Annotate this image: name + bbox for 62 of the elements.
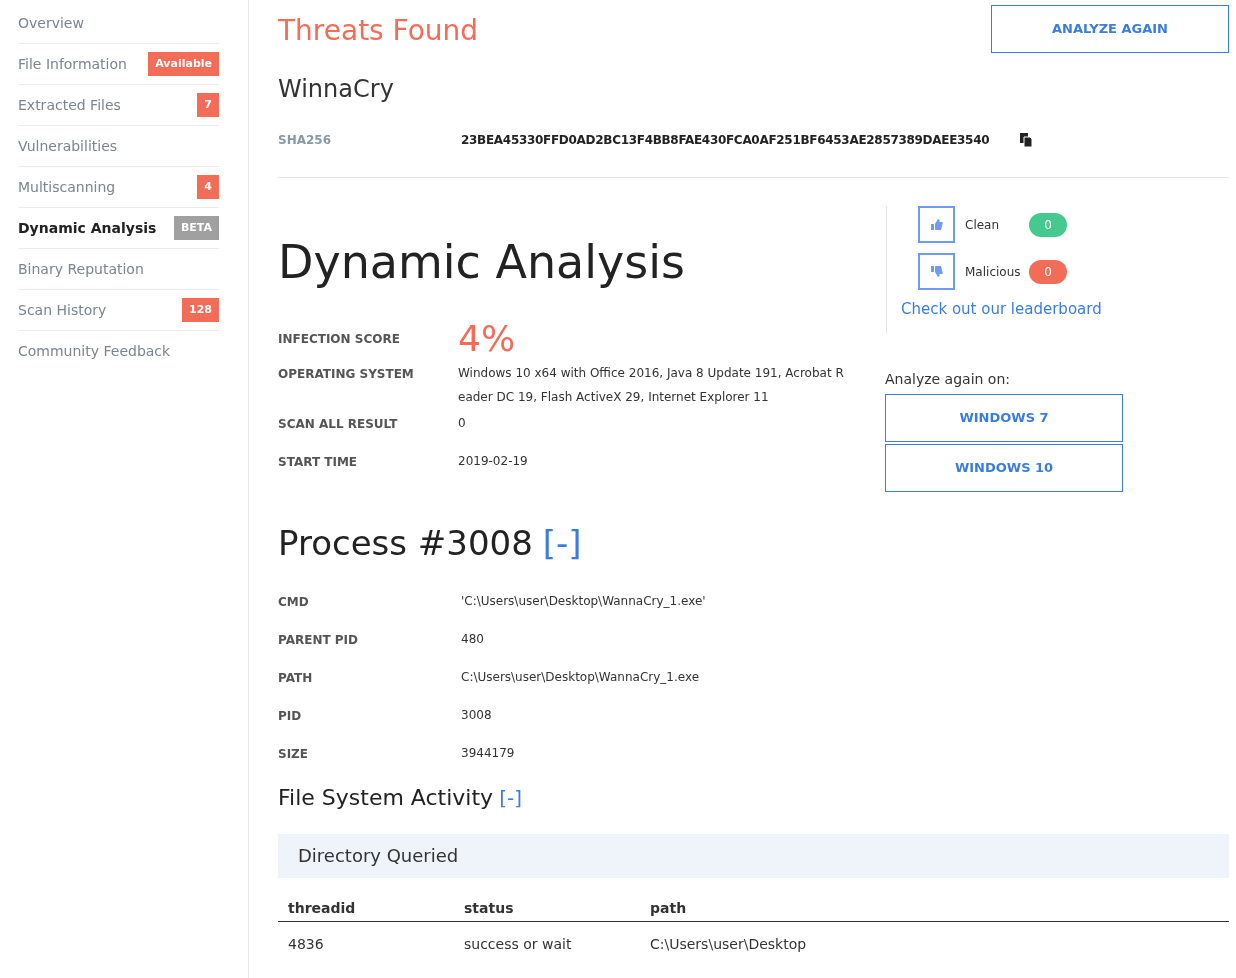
field-value: Windows 10 x64 with Office 2016, Java 8 Update 191, Acrobat Reader DC 19, Flash ActiveX 29, Internet Explorer 11 [458, 365, 845, 406]
thumbs-up-icon [930, 218, 943, 231]
vote-label: Malicious [965, 263, 1022, 281]
analyze-again-button[interactable]: ANALYZE AGAIN [991, 5, 1229, 53]
field-label: OPERATING SYSTEM [278, 366, 415, 383]
windows-version-button[interactable]: WINDOWS 7 [885, 393, 1123, 442]
count-badge: BETA [173, 216, 219, 240]
leaderboard-link[interactable]: Check out our leaderboard [901, 298, 1123, 321]
field-value: 3008 [461, 706, 492, 724]
vote-count: 0 [1029, 212, 1067, 237]
sidebar-item[interactable]: Dynamic Analysis [18, 217, 157, 239]
sidebar-item[interactable]: Multiscanning [18, 176, 116, 198]
analyze-again-label: Analyze again on: [885, 369, 1012, 389]
sidebar-item[interactable]: Binary Reputation [18, 258, 144, 280]
thumbs-down-icon [930, 265, 943, 278]
sidebar-item[interactable]: Community Feedback [18, 340, 171, 362]
column-header: path [640, 897, 1229, 921]
copy-icon[interactable] [1019, 133, 1034, 147]
field-label: INFECTION SCORE [278, 331, 401, 348]
field-value: 0 [458, 415, 467, 432]
field-value: 2019-02-19 [458, 453, 529, 470]
section-title: File System Activity [278, 783, 494, 812]
field-label: CMD [278, 593, 310, 611]
count-badge: 4 [197, 175, 219, 199]
column-header: threadid [278, 897, 454, 921]
process-title: Process #3008 [278, 521, 533, 565]
sidebar-item[interactable]: File Information [18, 53, 127, 75]
threat-status: Threats Found [278, 13, 479, 49]
section-header: Directory Queried [278, 833, 1229, 878]
vote-count: 0 [1029, 259, 1067, 284]
field-label: SIZE [278, 745, 309, 763]
count-badge: 128 [182, 298, 219, 322]
analysis-title: Dynamic Analysis [278, 234, 686, 291]
table-cell: C:\Users\user\Desktop [640, 921, 1229, 955]
field-value: 3944179 [461, 744, 515, 762]
collapse-toggle[interactable]: [-] [499, 782, 522, 813]
infection-score: 4% [458, 319, 516, 359]
field-label: START TIME [278, 454, 359, 471]
field-label: PATH [278, 669, 314, 687]
table-cell: success or wait [454, 921, 640, 955]
count-badge: 7 [197, 93, 219, 117]
sidebar-item[interactable]: Scan History [18, 299, 107, 321]
sidebar-item[interactable]: Vulnerabilities [18, 135, 118, 157]
thumbs-down-button[interactable] [918, 253, 955, 290]
hash-value: 23BEA45330FFD0AD2BC13F4BB8FAE430FCA0AF251BF6453AE2857389DAEE3540 [461, 132, 990, 149]
field-label: PID [278, 707, 303, 725]
thumbs-up-button[interactable] [918, 206, 955, 243]
count-badge: Available [148, 52, 219, 76]
sidebar-item[interactable]: Overview [18, 12, 84, 34]
column-header: status [454, 897, 640, 921]
field-value: 'C:\Users\user\Desktop\WannaCry_1.exe' [461, 592, 706, 610]
field-label: SCAN ALL RESULT [278, 416, 399, 433]
field-label: PARENT PID [278, 631, 360, 649]
sidebar-item[interactable]: Extracted Files [18, 94, 121, 116]
vote-label: Clean [965, 216, 1001, 234]
table-cell: 4836 [278, 921, 454, 955]
threat-name: WinnaCry [278, 74, 395, 105]
field-value: 480 [461, 630, 484, 648]
hash-label: SHA256 [278, 132, 333, 149]
windows-version-button[interactable]: WINDOWS 10 [885, 443, 1123, 492]
collapse-toggle[interactable]: [-] [542, 517, 582, 569]
field-value: C:\Users\user\Desktop\WannaCry_1.exe [461, 668, 700, 686]
